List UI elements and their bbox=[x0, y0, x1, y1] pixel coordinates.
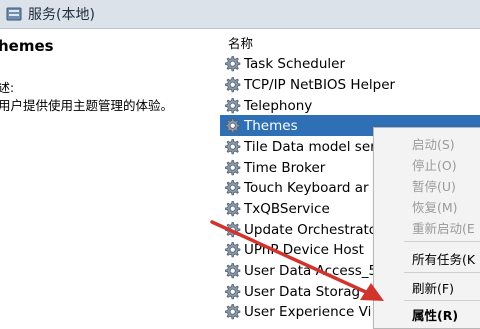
menu-item-refresh[interactable]: 刷新(F) bbox=[412, 278, 454, 297]
menu-item-restart[interactable]: 重新启动(E bbox=[412, 218, 475, 237]
menu-separator bbox=[404, 241, 480, 242]
name-column-header[interactable]: 名称 bbox=[220, 29, 480, 53]
gear-icon bbox=[223, 200, 241, 218]
service-name: Touch Keyboard ar bbox=[244, 179, 369, 196]
service-name: Tile Data model ser bbox=[244, 138, 376, 155]
service-name: Themes bbox=[244, 117, 298, 134]
service-name: UPnP Device Host bbox=[244, 241, 364, 258]
window-title: 服务(本地) bbox=[28, 7, 95, 23]
menu-item-pause[interactable]: 暂停(U) bbox=[412, 176, 456, 195]
service-name: User Experience Vi bbox=[244, 303, 372, 320]
gear-icon bbox=[223, 55, 241, 73]
service-name: Update Orchestrato bbox=[244, 221, 378, 238]
description-label: 述: bbox=[0, 81, 15, 95]
service-row-task-scheduler[interactable]: Task Scheduler bbox=[220, 53, 480, 74]
gear-icon bbox=[223, 138, 241, 156]
gear-icon bbox=[223, 97, 241, 115]
gear-icon bbox=[223, 159, 241, 177]
window-header: 服务(本地) bbox=[0, 0, 480, 29]
service-description-text: 用户提供使用主题管理的体验。 bbox=[0, 98, 174, 113]
context-menu: 启动(S) 停止(O) 暂停(U) 恢复(M) 重新启动(E 所有任务(K 刷新… bbox=[373, 127, 480, 329]
name-column-label: 名称 bbox=[228, 36, 254, 51]
gear-icon bbox=[223, 76, 241, 94]
menu-item-stop[interactable]: 停止(O) bbox=[412, 155, 457, 174]
gear-icon bbox=[223, 179, 241, 197]
selected-service-title: hemes bbox=[0, 37, 54, 55]
gear-icon bbox=[223, 283, 241, 301]
service-name: TxQBService bbox=[244, 200, 330, 217]
service-name: Telephony bbox=[244, 97, 313, 114]
service-row-tcpip-netbios-helper[interactable]: TCP/IP NetBIOS Helper bbox=[220, 74, 480, 95]
gear-icon bbox=[223, 117, 241, 135]
menu-item-resume[interactable]: 恢复(M) bbox=[412, 197, 458, 216]
menu-item-properties[interactable]: 属性(R) bbox=[412, 305, 458, 324]
service-description-pane: hemes 述: 用户提供使用主题管理的体验。 bbox=[0, 29, 218, 320]
menu-item-start[interactable]: 启动(S) bbox=[412, 134, 455, 153]
service-name: User Data Storag bbox=[244, 283, 361, 300]
gear-icon bbox=[223, 262, 241, 280]
menu-separator bbox=[404, 300, 480, 301]
service-name: Time Broker bbox=[244, 159, 326, 176]
service-row-telephony[interactable]: Telephony bbox=[220, 95, 480, 116]
gear-icon bbox=[223, 241, 241, 259]
menu-item-all-tasks[interactable]: 所有任务(K bbox=[412, 249, 475, 268]
menu-separator bbox=[404, 272, 480, 273]
services-icon bbox=[6, 7, 22, 21]
service-name: TCP/IP NetBIOS Helper bbox=[244, 76, 396, 93]
service-name: Task Scheduler bbox=[244, 55, 346, 72]
service-name: User Data Access_5 bbox=[244, 262, 378, 279]
gear-icon bbox=[223, 221, 241, 239]
gear-icon bbox=[223, 303, 241, 321]
